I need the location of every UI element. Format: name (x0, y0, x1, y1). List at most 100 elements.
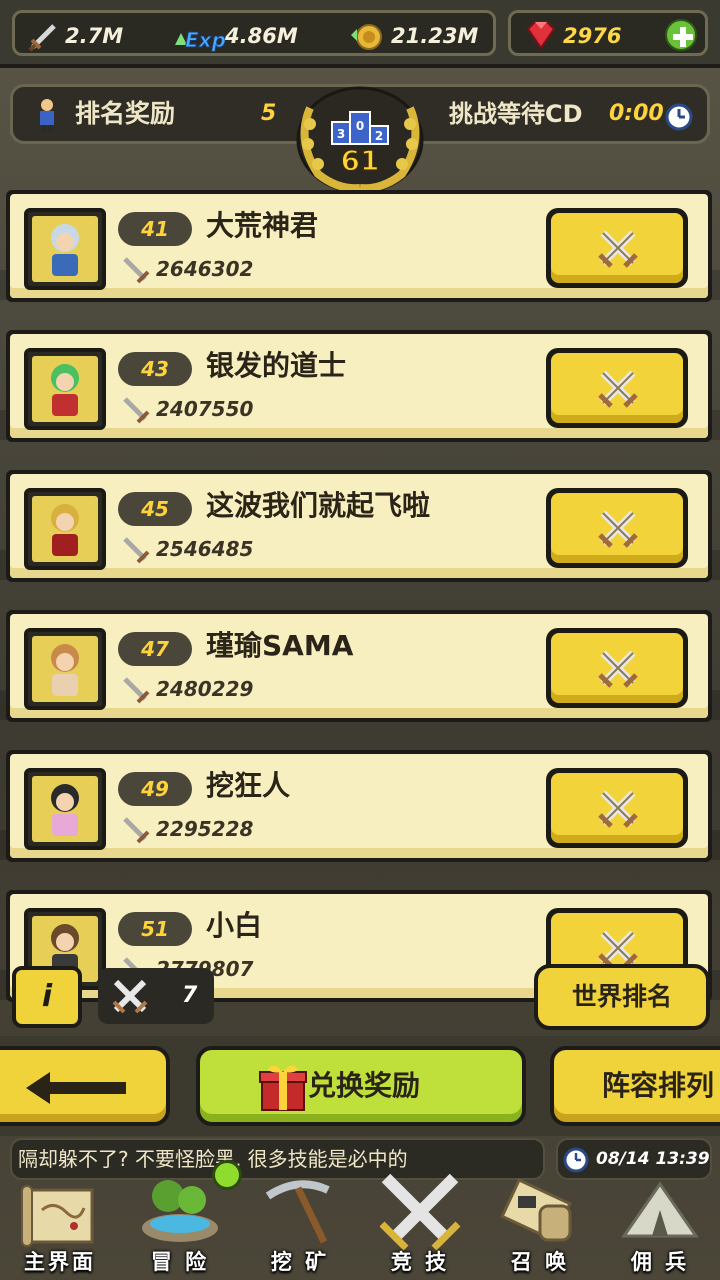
nav-arena[interactable]: 竞 技 (360, 1173, 480, 1280)
opponent-rank: 47 (118, 632, 192, 666)
opponent-card: 43 银发的道士 2407550 (6, 330, 712, 442)
add-gems-button[interactable] (665, 19, 697, 51)
sword-icon (123, 537, 150, 564)
rank-reward-value: 5 (261, 101, 277, 126)
crossed-swords-icon (598, 790, 638, 828)
opponent-avatar[interactable] (24, 488, 106, 570)
opponent-name: 银发的道士 (206, 349, 347, 382)
currency-bar: 2.7M Exp 4.86M 21.23M 2976 (0, 0, 720, 68)
my-rank-emblem: 3 0 2 61 (288, 78, 432, 196)
opponent-power: 2407550 (156, 397, 254, 421)
opponent-avatar[interactable] (24, 348, 106, 430)
info-label: i (41, 979, 53, 1014)
opponent-rank: 45 (118, 492, 192, 526)
opponent-rank: 43 (118, 352, 192, 386)
avatar-sprite-icon (51, 784, 79, 836)
plus-icon (673, 27, 693, 47)
opponent-avatar[interactable] (24, 208, 106, 290)
nav-mining[interactable]: 挖 矿 (240, 1176, 360, 1280)
datetime-value: 08/14 13:39 (596, 1149, 710, 1169)
attack-value: 2.7M (65, 24, 124, 48)
crossed-swords-icon (598, 930, 638, 968)
summon-scroll-icon (500, 1178, 572, 1242)
medal-person-icon (40, 99, 54, 133)
svg-text:3: 3 (337, 127, 345, 141)
opponent-avatar[interactable] (24, 768, 106, 850)
tent-icon (621, 1181, 699, 1238)
exp-icon: Exp (175, 28, 226, 53)
sword-icon (123, 397, 150, 424)
gold-value: 21.23M (391, 24, 479, 48)
world-rank-button[interactable]: 世界排名 (534, 964, 710, 1030)
crossed-swords-icon (598, 510, 638, 548)
challenge-button[interactable] (546, 348, 688, 428)
attempts-value: 7 (182, 983, 198, 1008)
exp-value: 4.86M (225, 24, 298, 48)
datetime-panel: 08/14 13:39 (556, 1138, 712, 1180)
opponent-power: 2480229 (156, 677, 254, 701)
exchange-label: 兑换奖励 (308, 1069, 421, 1102)
nav-label: 竞 技 (390, 1250, 450, 1274)
crossed-swords-icon (598, 650, 638, 688)
opponent-avatar[interactable] (24, 628, 106, 710)
cd-label: 挑战等待CD (449, 100, 583, 128)
back-button[interactable] (0, 1046, 170, 1126)
challenge-button[interactable] (546, 628, 688, 708)
rank-reward-label: 排名奖励 (75, 99, 176, 128)
opponent-card: 45 这波我们就起飞啦 2546485 (6, 470, 712, 582)
map-scroll-icon (21, 1185, 94, 1247)
nav-summon[interactable]: 召 唤 (480, 1176, 600, 1280)
resource-panel: 2.7M Exp 4.86M 21.23M (12, 10, 496, 56)
nav-adventure[interactable]: 冒 险 (120, 1160, 242, 1280)
lineup-button[interactable]: 阵容排列 (550, 1046, 720, 1126)
gift-box-icon (259, 1065, 307, 1111)
sword-icon (123, 677, 150, 704)
opponent-power: 2646302 (156, 257, 254, 281)
crossed-swords-icon (379, 1173, 461, 1251)
world-rank-label: 世界排名 (571, 982, 672, 1011)
crossed-swords-icon (598, 230, 638, 268)
gem-panel: 2976 (508, 10, 708, 56)
laurel-wreath-icon: 3 0 2 61 (296, 86, 424, 194)
my-rank-number: 61 (341, 144, 380, 177)
exchange-reward-button[interactable]: 兑换奖励 (196, 1046, 526, 1126)
challenge-button[interactable] (546, 768, 688, 848)
opponent-rank: 41 (118, 212, 192, 246)
nav-label: 挖 矿 (270, 1250, 330, 1274)
notification-dot (212, 1160, 242, 1190)
nav-label: 主界面 (24, 1250, 96, 1274)
opponent-card: 47 瑾瑜SAMA 2480229 (6, 610, 712, 722)
sword-icon (123, 257, 150, 284)
lineup-label: 阵容排列 (602, 1069, 715, 1102)
svg-text:0: 0 (356, 119, 364, 133)
cd-value: 0:00 (609, 101, 664, 126)
opponent-rank: 51 (118, 912, 192, 946)
opponent-card: 41 大荒神君 2646302 (6, 190, 712, 302)
crossed-swords-icon (598, 370, 638, 408)
opponent-name: 大荒神君 (206, 209, 319, 242)
opponent-power: 2546485 (156, 537, 254, 561)
island-icon (142, 1180, 218, 1242)
nav-label: 冒 险 (150, 1250, 210, 1274)
avatar-sprite-icon (51, 364, 79, 416)
opponent-name: 小白 (206, 909, 263, 942)
svg-text:2: 2 (375, 129, 383, 143)
avatar-sprite-icon (51, 644, 79, 696)
nav-mercenary[interactable]: 佣 兵 (600, 1176, 720, 1280)
svg-text:Exp: Exp (185, 28, 226, 52)
arrow-left-icon (26, 1072, 126, 1104)
challenge-button[interactable] (546, 488, 688, 568)
opponent-name: 挖狂人 (206, 769, 291, 802)
ruby-icon (526, 21, 556, 50)
crossed-swords-icon (112, 979, 148, 1014)
opponent-power: 2295228 (156, 817, 254, 841)
info-button[interactable]: i (12, 966, 82, 1028)
gold-coin-icon (351, 24, 382, 50)
nav-label: 召 唤 (510, 1250, 570, 1274)
avatar-sprite-icon (51, 224, 79, 276)
opponent-name: 瑾瑜SAMA (206, 629, 354, 662)
main-nav: 主界面 冒 险 挖 矿 竞 技 召 唤 佣 兵 (0, 1160, 720, 1280)
challenge-button[interactable] (546, 208, 688, 288)
sword-icon (28, 24, 56, 52)
nav-main[interactable]: 主界面 (0, 1176, 120, 1280)
